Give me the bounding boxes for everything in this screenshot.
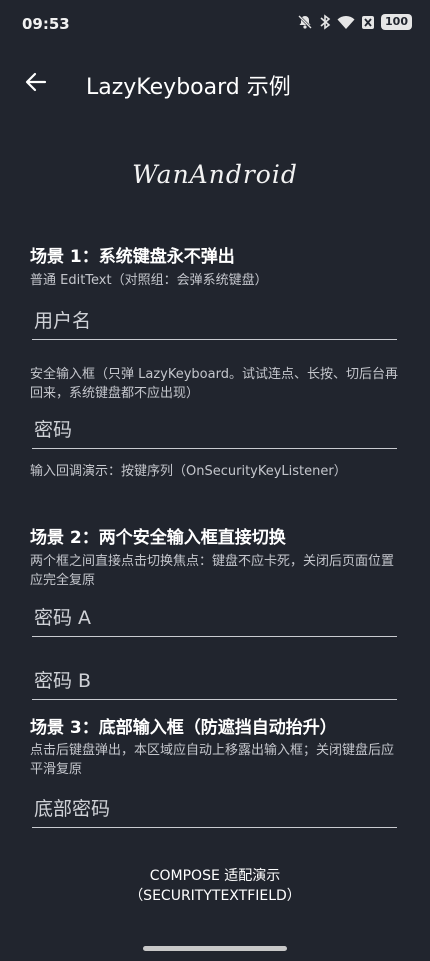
scene1-title: 场景 1：系统键盘永不弹出 (30, 247, 235, 267)
scene1-callback-desc: 输入回调演示：按键序列（OnSecurityKeyListener） (30, 464, 347, 479)
password-a-field[interactable]: 密码 A (32, 592, 397, 637)
wanandroid-logo: WanAndroid (132, 160, 298, 189)
bottom-password-placeholder: 底部密码 (34, 798, 111, 820)
password-a-placeholder: 密码 A (34, 607, 92, 629)
username-field[interactable]: 用户名 (32, 295, 397, 340)
scene3-title: 场景 3：底部输入框（防遮挡自动抬升） (30, 718, 337, 738)
arrow-back-icon (25, 72, 47, 96)
password-field[interactable]: 密码 (32, 404, 397, 449)
navigation-handle[interactable] (143, 946, 287, 951)
password-b-field[interactable]: 密码 B (32, 655, 397, 700)
scene1-secure-desc: 安全输入框（只弹 LazyKeyboard。试试连点、长按、切后台再回来，系统键… (30, 367, 398, 401)
back-button[interactable] (18, 66, 54, 102)
status-icons: 100 (297, 14, 412, 30)
battery-indicator: 100 (381, 14, 412, 30)
password-placeholder: 密码 (34, 419, 73, 441)
compose-button-line1: COMPOSE 适配演示 (149, 868, 281, 884)
sim-off-icon (361, 15, 375, 30)
username-placeholder: 用户名 (34, 310, 92, 332)
compose-button-line2: （SECURITYTEXTFIELD） (129, 888, 301, 904)
bell-off-icon (297, 14, 313, 30)
bluetooth-icon (319, 14, 331, 30)
scene3-desc: 点击后键盘弹出，本区域应自动上移露出输入框；关闭键盘后应平滑复原 (30, 743, 395, 777)
page-title: LazyKeyboard 示例 (86, 75, 291, 100)
status-bar: 09:53 100 (0, 0, 430, 48)
compose-demo-button[interactable]: COMPOSE 适配演示 （SECURITYTEXTFIELD） (80, 866, 350, 906)
wifi-icon (337, 15, 355, 30)
bottom-password-field[interactable]: 底部密码 (32, 783, 397, 828)
password-b-placeholder: 密码 B (34, 670, 92, 692)
scene1-normal-desc: 普通 EditText（对照组：会弹系统键盘） (30, 273, 268, 288)
app-bar: LazyKeyboard 示例 (0, 56, 430, 112)
scene2-desc: 两个框之间直接点击切换焦点：键盘不应卡死，关闭后页面位置应完全复原 (30, 554, 395, 588)
status-time: 09:53 (22, 15, 70, 33)
scene2-title: 场景 2：两个安全输入框直接切换 (30, 528, 286, 548)
